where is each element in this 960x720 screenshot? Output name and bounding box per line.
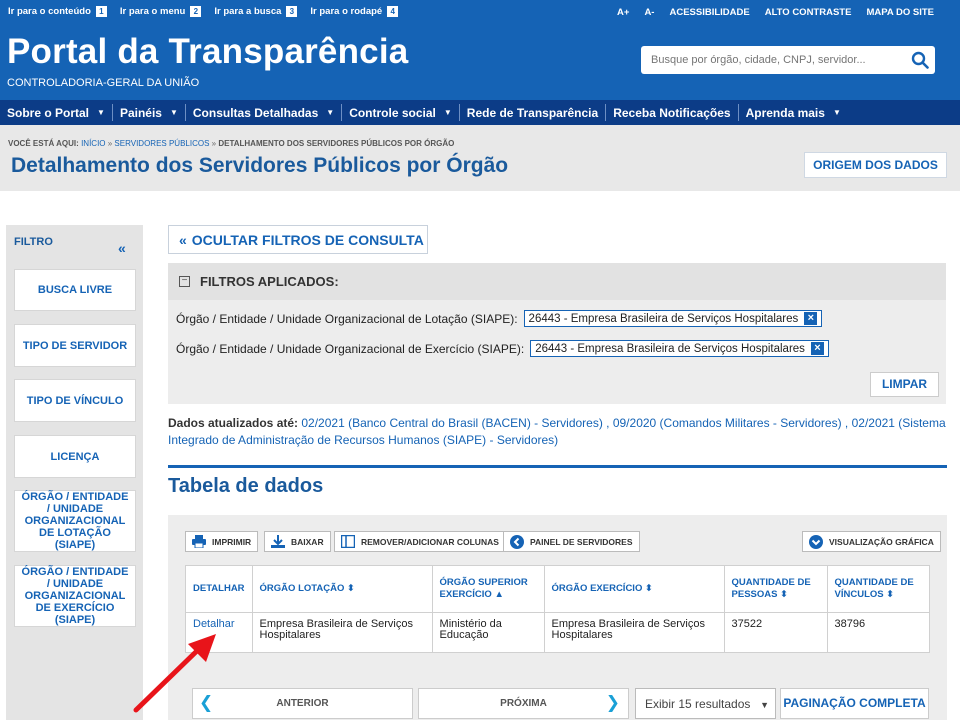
table-title: Tabela de dados xyxy=(168,475,324,497)
column-header-qtd-vinculos[interactable]: QUANTIDADE DE VÍNCULOS ⬍ xyxy=(826,565,931,613)
previous-page-button[interactable]: ❮ ANTERIOR xyxy=(192,688,413,719)
remove-filter-icon[interactable]: × xyxy=(804,312,818,325)
printer-icon xyxy=(192,535,206,548)
chevron-down-icon: ▼ xyxy=(443,108,452,117)
columns-button[interactable]: REMOVER/ADICIONAR COLUNAS xyxy=(334,531,506,552)
origem-dos-dados-button[interactable]: ORIGEM DOS DADOS xyxy=(804,152,947,178)
font-decrease-link[interactable]: A- xyxy=(644,7,654,18)
breadcrumb-current: DETALHAMENTO DOS SERVIDORES PÚBLICOS POR… xyxy=(218,139,455,148)
chevron-down-icon: ▼ xyxy=(169,108,178,117)
filter-busca-livre[interactable]: BUSCA LIVRE xyxy=(14,269,136,311)
main-menu: Sobre o Portal ▼ Painéis ▼ Consultas Detal… xyxy=(0,100,960,125)
menu-item-aprenda[interactable]: Aprenda mais ▼ xyxy=(739,104,848,121)
search-box xyxy=(641,46,935,74)
menu-item-sobre[interactable]: Sobre o Portal ▼ xyxy=(0,104,113,121)
painel-servidores-button[interactable]: PAINEL DE SERVIDORES xyxy=(503,531,640,552)
sort-icon: ⬍ xyxy=(644,583,653,594)
filter-tag: 26443 - Empresa Brasileira de Serviços H… xyxy=(530,340,829,357)
accessibility-link[interactable]: ACESSIBILIDADE xyxy=(669,7,749,18)
download-icon xyxy=(271,535,285,548)
table-cell: 37522 xyxy=(723,612,828,653)
skip-to-footer-link[interactable]: Ir para o rodapé 4 xyxy=(310,6,399,17)
table-row: Detalhar Empresa Brasileira de Serviços … xyxy=(185,612,931,653)
sort-icon: ⬍ xyxy=(346,583,355,594)
menu-item-paineis[interactable]: Painéis ▼ xyxy=(113,104,186,121)
hide-filters-button[interactable]: « OCULTAR FILTROS DE CONSULTA xyxy=(168,225,428,254)
skip-to-menu-link[interactable]: Ir para o menu 2 xyxy=(120,6,202,17)
section-divider xyxy=(168,465,947,468)
column-header-orgao-lotacao[interactable]: ÓRGÃO LOTAÇÃO ⬍ xyxy=(251,565,433,613)
column-header-detalhar: DETALHAR xyxy=(185,565,253,613)
print-button[interactable]: IMPRIMIR xyxy=(185,531,259,552)
applied-filters-panel: − FILTROS APLICADOS: Órgão / Entidade / … xyxy=(168,263,946,404)
skip-links: Ir para o conteúdo 1 Ir para o menu 2 Ir p… xyxy=(8,6,411,17)
table-cell: Empresa Brasileira de Serviços Hospitala… xyxy=(251,612,433,653)
applied-filters-header[interactable]: − FILTROS APLICADOS: xyxy=(168,263,946,300)
sort-icon: ⬍ xyxy=(780,589,789,600)
filter-tipo-vinculo[interactable]: TIPO DE VÍNCULO xyxy=(14,379,136,422)
breadcrumb-home[interactable]: INÍCIO xyxy=(81,139,105,148)
filter-title: FILTRO xyxy=(14,236,53,248)
table-cell: 38796 xyxy=(826,612,931,653)
columns-icon xyxy=(341,535,355,548)
collapse-sidebar-icon[interactable]: « xyxy=(118,240,126,256)
table-cell: Ministério da Educação xyxy=(431,612,545,653)
site-header: Ir para o conteúdo 1 Ir para o menu 2 Ir p… xyxy=(0,0,960,100)
search-icon[interactable] xyxy=(911,51,929,74)
menu-item-controle-social[interactable]: Controle social ▼ xyxy=(342,104,460,121)
clear-filters-button[interactable]: LIMPAR xyxy=(870,372,939,397)
chart-view-button[interactable]: VISUALIZAÇÃO GRÁFICA xyxy=(802,531,941,552)
column-header-qtd-pessoas[interactable]: QUANTIDADE DE PESSOAS ⬍ xyxy=(723,565,828,613)
applied-filter-row: Órgão / Entidade / Unidade Organizaciona… xyxy=(176,340,829,357)
filter-tag: 26443 - Empresa Brasileira de Serviços H… xyxy=(523,310,823,327)
filter-licenca[interactable]: LICENÇA xyxy=(14,435,136,478)
full-pagination-button[interactable]: PAGINAÇÃO COMPLETA xyxy=(780,688,929,719)
search-input[interactable] xyxy=(641,54,901,66)
menu-item-consultas[interactable]: Consultas Detalhadas ▼ xyxy=(186,104,343,121)
accessibility-links: A+ A- ACESSIBILIDADE ALTO CONTRASTE MAPA… xyxy=(602,7,934,18)
menu-item-notificacoes[interactable]: Receba Notificações xyxy=(606,104,739,121)
font-increase-link[interactable]: A+ xyxy=(617,7,629,18)
sort-up-icon: ▲ xyxy=(494,589,504,600)
site-map-link[interactable]: MAPA DO SITE xyxy=(866,7,934,18)
filter-tipo-servidor[interactable]: TIPO DE SERVIDOR xyxy=(14,324,136,367)
next-page-button[interactable]: PRÓXIMA ❯ xyxy=(418,688,629,719)
portal-subtitle: CONTROLADORIA-GERAL DA UNIÃO xyxy=(7,77,200,89)
breadcrumb: VOCÊ ESTÁ AQUI: INÍCIO » SERVIDORES PÚBL… xyxy=(8,139,455,148)
column-header-orgao-superior[interactable]: ÓRGÃO SUPERIOR EXERCÍCIO ▲ xyxy=(431,565,545,613)
breadcrumb-servidores[interactable]: SERVIDORES PÚBLICOS xyxy=(114,139,209,148)
double-chevron-left-icon: « xyxy=(179,231,187,248)
chevron-down-icon: ▼ xyxy=(760,700,769,710)
applied-filter-row: Órgão / Entidade / Unidade Organizaciona… xyxy=(176,310,823,327)
data-table: DETALHAR ÓRGÃO LOTAÇÃO ⬍ ÓRGÃO SUPERIOR … xyxy=(185,565,931,653)
portal-title[interactable]: Portal da Transparência xyxy=(7,32,408,72)
title-band: VOCÊ ESTÁ AQUI: INÍCIO » SERVIDORES PÚBL… xyxy=(0,125,960,191)
chevron-down-icon: ▼ xyxy=(97,108,105,117)
chevron-down-circle-icon xyxy=(809,534,823,549)
chevron-down-icon: ▼ xyxy=(326,108,335,117)
chevron-left-circle-icon xyxy=(510,534,524,549)
column-header-orgao-exercicio[interactable]: ÓRGÃO EXERCÍCIO ⬍ xyxy=(543,565,725,613)
page-size-select[interactable]: Exibir 15 resultados ▼ xyxy=(635,688,776,719)
chevron-right-icon: ❯ xyxy=(605,693,620,712)
filter-orgao-exercicio[interactable]: ÓRGÃO / ENTIDADE / UNIDADE ORGANIZACIONA… xyxy=(14,565,136,627)
skip-to-search-link[interactable]: Ir para a busca 3 xyxy=(214,6,298,17)
annotation-arrow-icon xyxy=(133,634,216,713)
table-cell: Empresa Brasileira de Serviços Hospitala… xyxy=(543,612,725,653)
page-title: Detalhamento dos Servidores Públicos por… xyxy=(11,154,509,177)
filter-sidebar: FILTRO « BUSCA LIVRE TIPO DE SERVIDOR TI… xyxy=(6,225,143,720)
remove-filter-icon[interactable]: × xyxy=(810,342,824,355)
filter-orgao-lotacao[interactable]: ÓRGÃO / ENTIDADE / UNIDADE ORGANIZACIONA… xyxy=(14,490,136,552)
data-updated-info: Dados atualizados até: 02/2021 (Banco Ce… xyxy=(168,416,946,447)
skip-to-content-link[interactable]: Ir para o conteúdo 1 xyxy=(8,6,107,17)
chevron-down-icon: ▼ xyxy=(832,108,841,117)
high-contrast-link[interactable]: ALTO CONTRASTE xyxy=(765,7,852,18)
sort-icon: ⬍ xyxy=(886,589,895,600)
download-button[interactable]: BAIXAR xyxy=(264,531,331,552)
menu-item-rede[interactable]: Rede de Transparência xyxy=(460,104,607,121)
collapse-minus-icon[interactable]: − xyxy=(179,276,190,287)
